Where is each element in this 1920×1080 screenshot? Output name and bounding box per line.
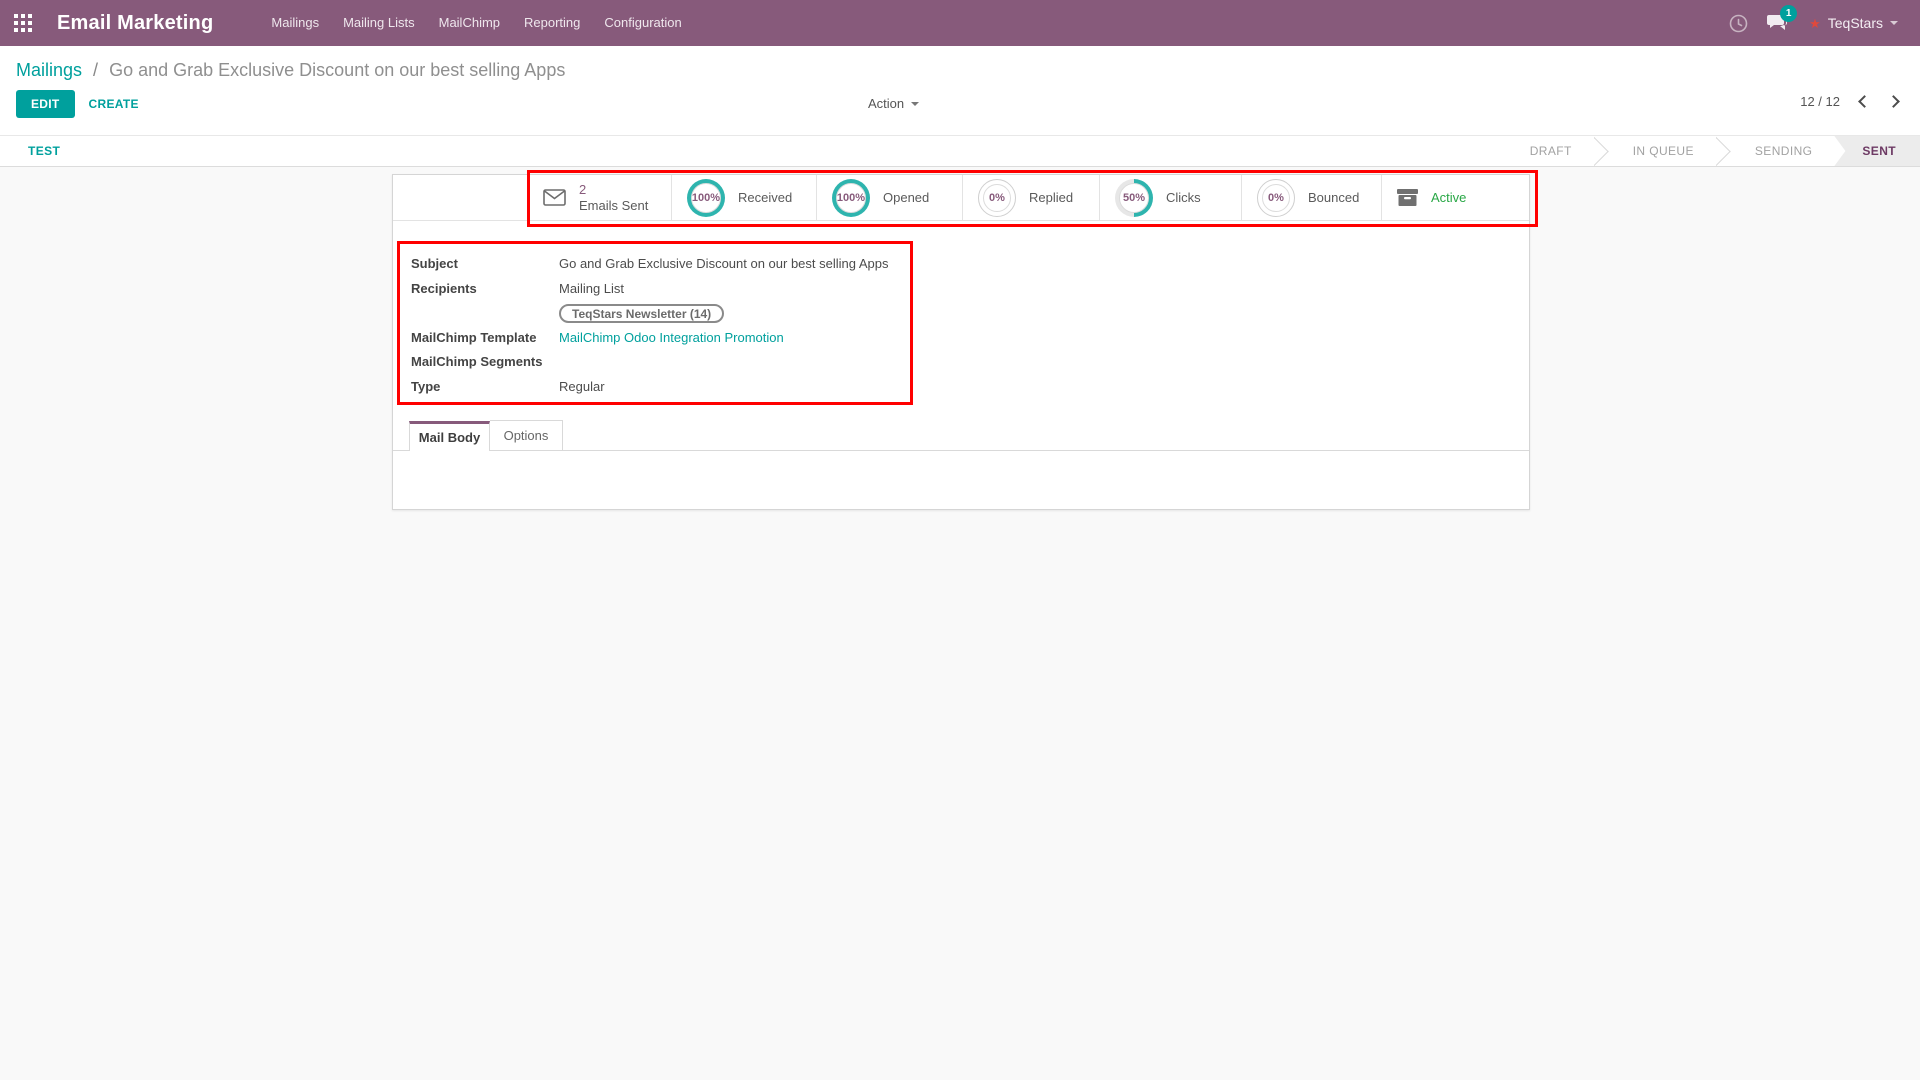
user-menu[interactable]: ★ TeqStars (1801, 0, 1906, 46)
field-mailchimp-template-label: MailChimp Template (411, 326, 559, 351)
field-subject: Subject Go and Grab Exclusive Discount o… (411, 252, 889, 277)
clock-icon (1729, 14, 1748, 33)
status-step-sending[interactable]: SENDING (1733, 136, 1834, 166)
activity-clock-button[interactable] (1721, 0, 1755, 46)
stat-label: Clicks (1166, 190, 1201, 205)
field-mailchimp-template: MailChimp Template MailChimp Odoo Integr… (411, 326, 889, 351)
gauge-received: 100% (687, 179, 725, 217)
notebook-tabs: Mail Body Options (393, 418, 1529, 451)
stat-label: Replied (1029, 190, 1073, 205)
nav-item-configuration[interactable]: Configuration (592, 0, 693, 46)
field-type-label: Type (411, 375, 559, 400)
edit-button[interactable]: EDIT (16, 90, 75, 118)
envelope-icon (543, 189, 566, 206)
action-dropdown[interactable]: Action (868, 96, 919, 111)
field-type: Type Regular (411, 375, 889, 400)
stat-replied[interactable]: 0% Replied (962, 175, 1099, 220)
field-mailchimp-segments-label: MailChimp Segments (411, 350, 559, 375)
main-menu: Mailings Mailing Lists MailChimp Reporti… (259, 0, 693, 46)
status-step-in-queue[interactable]: IN QUEUE (1611, 136, 1716, 166)
nav-item-mailing-lists[interactable]: Mailing Lists (331, 0, 427, 46)
mail-body-tab-content (393, 451, 1529, 508)
pager-previous-button[interactable] (1858, 95, 1871, 108)
content-area: 2 Emails Sent 100% Received 100% Opened … (0, 167, 1920, 1080)
chevron-separator-icon (1716, 136, 1733, 166)
stat-emails-sent[interactable]: 2 Emails Sent (527, 175, 671, 220)
test-button[interactable]: TEST (28, 136, 60, 166)
status-step-draft[interactable]: DRAFT (1508, 136, 1594, 166)
stat-label: Opened (883, 190, 929, 205)
gauge-opened: 100% (832, 179, 870, 217)
stat-label: Bounced (1308, 190, 1359, 205)
field-mailchimp-segments: MailChimp Segments (411, 350, 889, 375)
chevron-down-icon (911, 102, 919, 106)
user-name: TeqStars (1828, 15, 1883, 31)
field-recipients-label: Recipients (411, 277, 559, 302)
field-type-value: Regular (559, 375, 605, 400)
stat-bounced[interactable]: 0% Bounced (1241, 175, 1381, 220)
field-recipients: Recipients Mailing List (411, 277, 889, 302)
mailing-list-tag: TeqStars Newsletter (14) (559, 304, 724, 323)
nav-item-mailchimp[interactable]: MailChimp (427, 0, 512, 46)
breadcrumb-link-mailings[interactable]: Mailings (16, 60, 82, 80)
field-subject-label: Subject (411, 252, 559, 277)
chevron-down-icon (1890, 21, 1898, 25)
stat-opened[interactable]: 100% Opened (816, 175, 962, 220)
gauge-clicks: 50% (1115, 179, 1153, 217)
create-button[interactable]: CREATE (89, 97, 139, 111)
breadcrumb-current-title: Go and Grab Exclusive Discount on our be… (109, 60, 565, 80)
stat-label: Active (1431, 190, 1466, 205)
archive-icon (1397, 189, 1418, 206)
stat-label: Received (738, 190, 792, 205)
tab-mail-body[interactable]: Mail Body (409, 421, 490, 451)
messages-badge: 1 (1780, 5, 1797, 22)
pager-value: 12 / 12 (1800, 94, 1840, 109)
stat-clicks[interactable]: 50% Clicks (1099, 175, 1241, 220)
action-dropdown-label: Action (868, 96, 904, 111)
gauge-bounced: 0% (1257, 179, 1295, 217)
apps-menu-button[interactable] (0, 0, 46, 46)
gauge-replied: 0% (978, 179, 1016, 217)
form-statusbar-row: TEST DRAFT IN QUEUE SENDING SENT (0, 135, 1920, 167)
pager: 12 / 12 (1800, 94, 1898, 109)
pager-next-button[interactable] (1887, 95, 1900, 108)
systray: 1 ★ TeqStars (1721, 0, 1920, 46)
nav-item-reporting[interactable]: Reporting (512, 0, 592, 46)
user-avatar-star-icon: ★ (1809, 17, 1821, 30)
nav-item-mailings[interactable]: Mailings (259, 0, 331, 46)
stat-value: 2 (579, 182, 648, 198)
apps-grid-icon (14, 14, 32, 32)
field-mailing-list-tags: TeqStars Newsletter (14) (411, 301, 889, 326)
form-fields: Subject Go and Grab Exclusive Discount o… (411, 252, 889, 399)
top-navbar: Email Marketing Mailings Mailing Lists M… (0, 0, 1920, 46)
chevron-separator-icon (1594, 136, 1611, 166)
messages-button[interactable]: 1 (1761, 0, 1795, 46)
field-recipients-value: Mailing List (559, 277, 624, 302)
mailchimp-template-link[interactable]: MailChimp Odoo Integration Promotion (559, 326, 784, 351)
stat-active-toggle[interactable]: Active (1381, 175, 1529, 220)
breadcrumb-separator: / (93, 60, 98, 80)
form-sheet: 2 Emails Sent 100% Received 100% Opened … (392, 174, 1530, 510)
control-panel: Mailings / Go and Grab Exclusive Discoun… (0, 46, 1920, 135)
stat-received[interactable]: 100% Received (671, 175, 816, 220)
tab-options[interactable]: Options (490, 420, 563, 450)
field-subject-value: Go and Grab Exclusive Discount on our be… (559, 252, 889, 277)
stats-button-box: 2 Emails Sent 100% Received 100% Opened … (393, 175, 1529, 221)
status-step-sent[interactable]: SENT (1834, 136, 1920, 166)
app-title[interactable]: Email Marketing (57, 12, 213, 35)
statusbar: DRAFT IN QUEUE SENDING SENT (1508, 136, 1920, 166)
stat-label: Emails Sent (579, 198, 648, 214)
notebook: Mail Body Options (393, 418, 1529, 508)
breadcrumb: Mailings / Go and Grab Exclusive Discoun… (16, 60, 565, 81)
